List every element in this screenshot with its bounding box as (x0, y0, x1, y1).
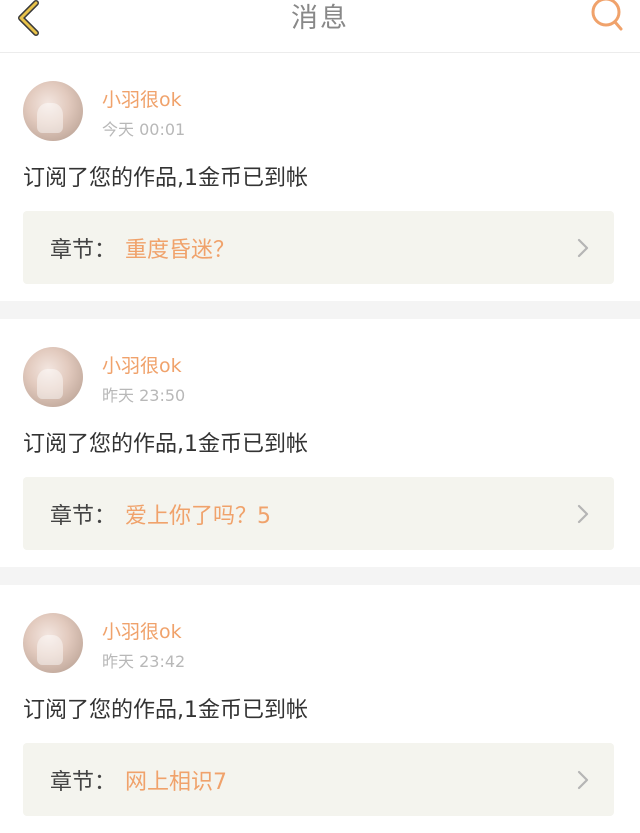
avatar[interactable] (23, 613, 83, 673)
chapter-link[interactable]: 章节： 网上相识7 (23, 743, 614, 816)
search-button[interactable] (586, 0, 626, 36)
chapter-title: 网上相识7 (125, 770, 227, 795)
chevron-right-icon (577, 504, 589, 524)
chapter-link[interactable]: 章节： 重度昏迷？ (23, 211, 614, 284)
message-time: 昨天 23:42 (102, 652, 186, 671)
chapter-title: 爱上你了吗？5 (125, 504, 271, 529)
avatar[interactable] (23, 347, 83, 407)
message-text: 订阅了您的作品,1金币已到帐 (23, 432, 308, 457)
chevron-right-icon (577, 770, 589, 790)
message-card: 小羽很ok 昨天 23:42 订阅了您的作品,1金币已到帐 章节： 网上相识7 (0, 585, 640, 833)
chapter-label: 章节： (50, 238, 117, 263)
divider (0, 567, 640, 585)
message-time: 昨天 23:50 (102, 386, 186, 405)
chapter-title: 重度昏迷？ (125, 238, 236, 263)
divider (0, 301, 640, 319)
username[interactable]: 小羽很ok (102, 85, 182, 112)
message-list: 小羽很ok 今天 00:01 订阅了您的作品,1金币已到帐 章节： 重度昏迷？ … (0, 53, 640, 833)
page-title: 消息 (291, 3, 349, 34)
top-navbar: 消息 (0, 0, 640, 53)
search-icon (591, 0, 623, 31)
chapter-label: 章节： (50, 770, 117, 795)
message-card: 小羽很ok 今天 00:01 订阅了您的作品,1金币已到帐 章节： 重度昏迷？ (0, 53, 640, 301)
chapter-label: 章节： (50, 504, 117, 529)
message-time: 今天 00:01 (102, 120, 186, 139)
username[interactable]: 小羽很ok (102, 617, 182, 644)
avatar[interactable] (23, 81, 83, 141)
username[interactable]: 小羽很ok (102, 351, 182, 378)
message-text: 订阅了您的作品,1金币已到帐 (23, 166, 308, 191)
chevron-right-icon (577, 238, 589, 258)
message-text: 订阅了您的作品,1金币已到帐 (23, 698, 308, 723)
chapter-link[interactable]: 章节： 爱上你了吗？5 (23, 477, 614, 550)
message-card: 小羽很ok 昨天 23:50 订阅了您的作品,1金币已到帐 章节： 爱上你了吗？… (0, 319, 640, 567)
